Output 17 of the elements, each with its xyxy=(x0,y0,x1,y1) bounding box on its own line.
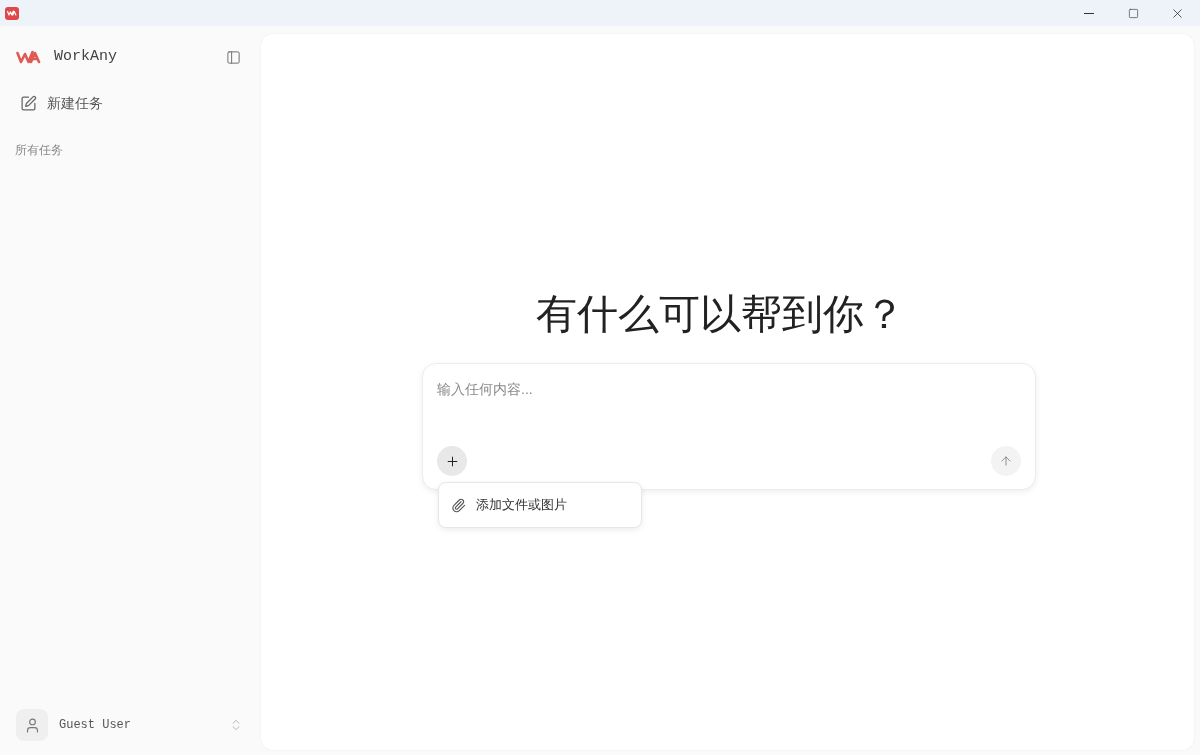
maximize-icon xyxy=(1127,7,1139,19)
add-button[interactable] xyxy=(437,446,467,476)
brand-name: WorkAny xyxy=(54,46,117,67)
section-label: 所有任务 xyxy=(15,142,63,159)
edit-icon xyxy=(20,94,37,112)
plus-icon xyxy=(444,453,460,469)
user-name: Guest User xyxy=(59,717,131,734)
app-icon xyxy=(5,6,19,20)
menu-item[interactable]: 添加文件或图片 xyxy=(443,488,637,522)
message-input[interactable]: 输入任何内容... xyxy=(437,378,1021,400)
avatar-icon xyxy=(16,709,48,741)
logo-icon xyxy=(16,50,42,64)
new-task-button[interactable]: 新建任务 xyxy=(12,83,249,123)
heading: 有什么可以帮到你？ xyxy=(536,290,905,339)
minimize-icon xyxy=(1084,12,1094,14)
paperclip-icon xyxy=(451,497,466,513)
sidebar-toggle-icon[interactable] xyxy=(226,49,241,65)
